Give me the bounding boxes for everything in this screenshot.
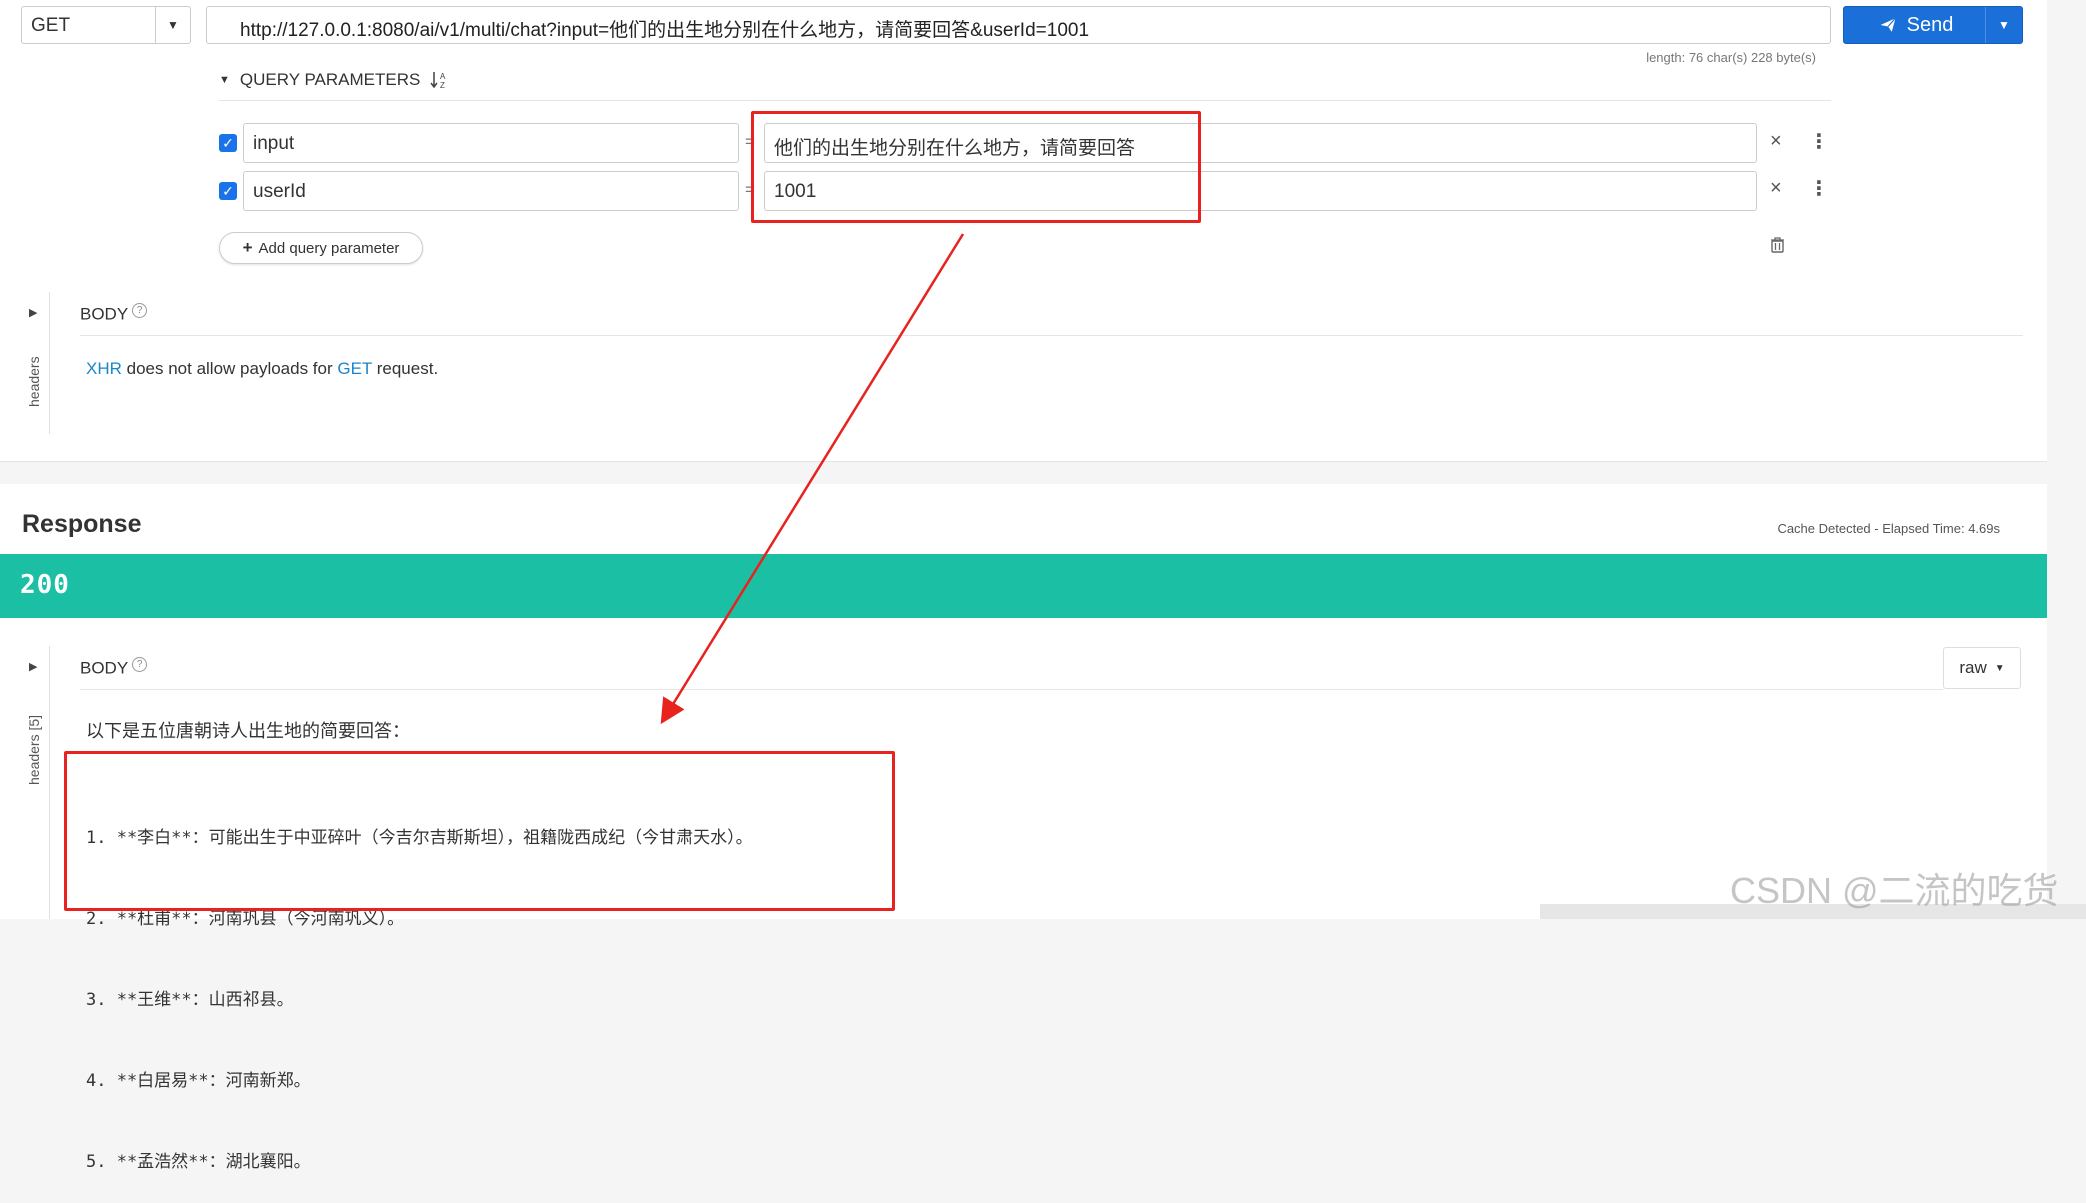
annotation-arrow bbox=[660, 233, 965, 725]
page-gutter bbox=[2047, 0, 2086, 919]
list-item: 3. **王维**：山西祁县。 bbox=[86, 990, 294, 1010]
list-item: 4. **白居易**：河南新郑。 bbox=[86, 1071, 311, 1091]
list-item: 5. **孟浩然**：湖北襄阳。 bbox=[86, 1152, 311, 1172]
watermark: CSDN @二流的吃货 bbox=[1730, 870, 2059, 911]
